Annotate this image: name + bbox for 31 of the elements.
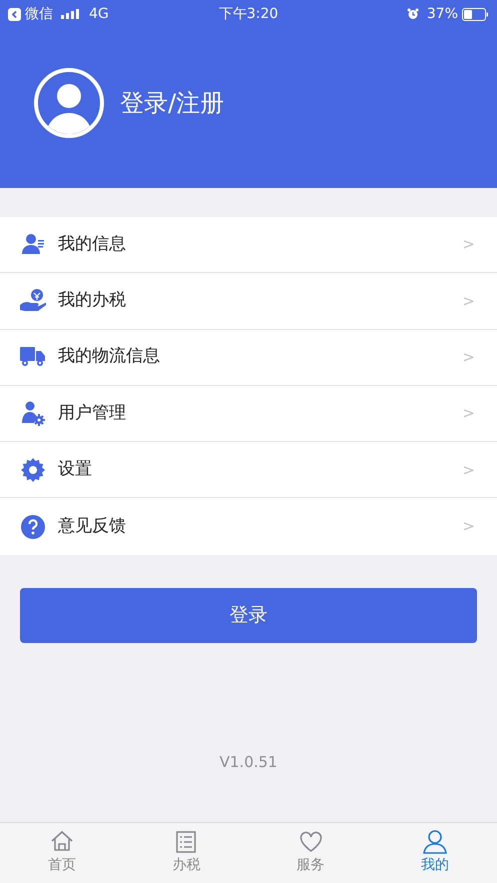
chevron-icon: >: [462, 233, 475, 256]
chevron-icon: >: [462, 458, 475, 482]
alarm-icon: [406, 8, 419, 20]
heart-icon: [298, 829, 324, 855]
menu-item[interactable]: 我的信息 >: [0, 217, 497, 274]
user-gear-icon: [20, 400, 46, 427]
help-icon: [20, 514, 46, 540]
signal-icon: [61, 9, 81, 19]
menu-item[interactable]: 我的办税 >: [0, 273, 497, 330]
avatar-icon[interactable]: [34, 68, 104, 138]
login-button[interactable]: 登录: [20, 588, 477, 643]
menu-item[interactable]: 意见反馈 >: [0, 498, 497, 555]
chevron-icon: >: [462, 290, 475, 312]
tab[interactable]: 我的: [372, 823, 497, 883]
menu-item[interactable]: 我的物流信息 >: [0, 330, 497, 386]
menu-item[interactable]: 设置 >: [0, 442, 497, 498]
battery-percent: 37%: [426, 4, 458, 24]
hand-coin-icon: [20, 288, 46, 314]
menu-item[interactable]: 用户管理 >: [0, 386, 497, 442]
battery-icon: [462, 8, 489, 20]
chevron-icon: >: [462, 515, 475, 538]
person-icon: [422, 829, 448, 855]
login-register-link[interactable]: 登录/注册: [120, 85, 224, 121]
clock: 下午3:20: [218, 4, 278, 24]
settings-icon: [20, 456, 46, 483]
back-icon[interactable]: [8, 8, 21, 20]
version-label: V1.0.51: [220, 752, 278, 771]
back-app-label: 微信: [25, 4, 53, 24]
network-label: 4G: [89, 4, 109, 24]
chevron-icon: >: [462, 402, 475, 425]
chevron-icon: >: [462, 346, 475, 368]
